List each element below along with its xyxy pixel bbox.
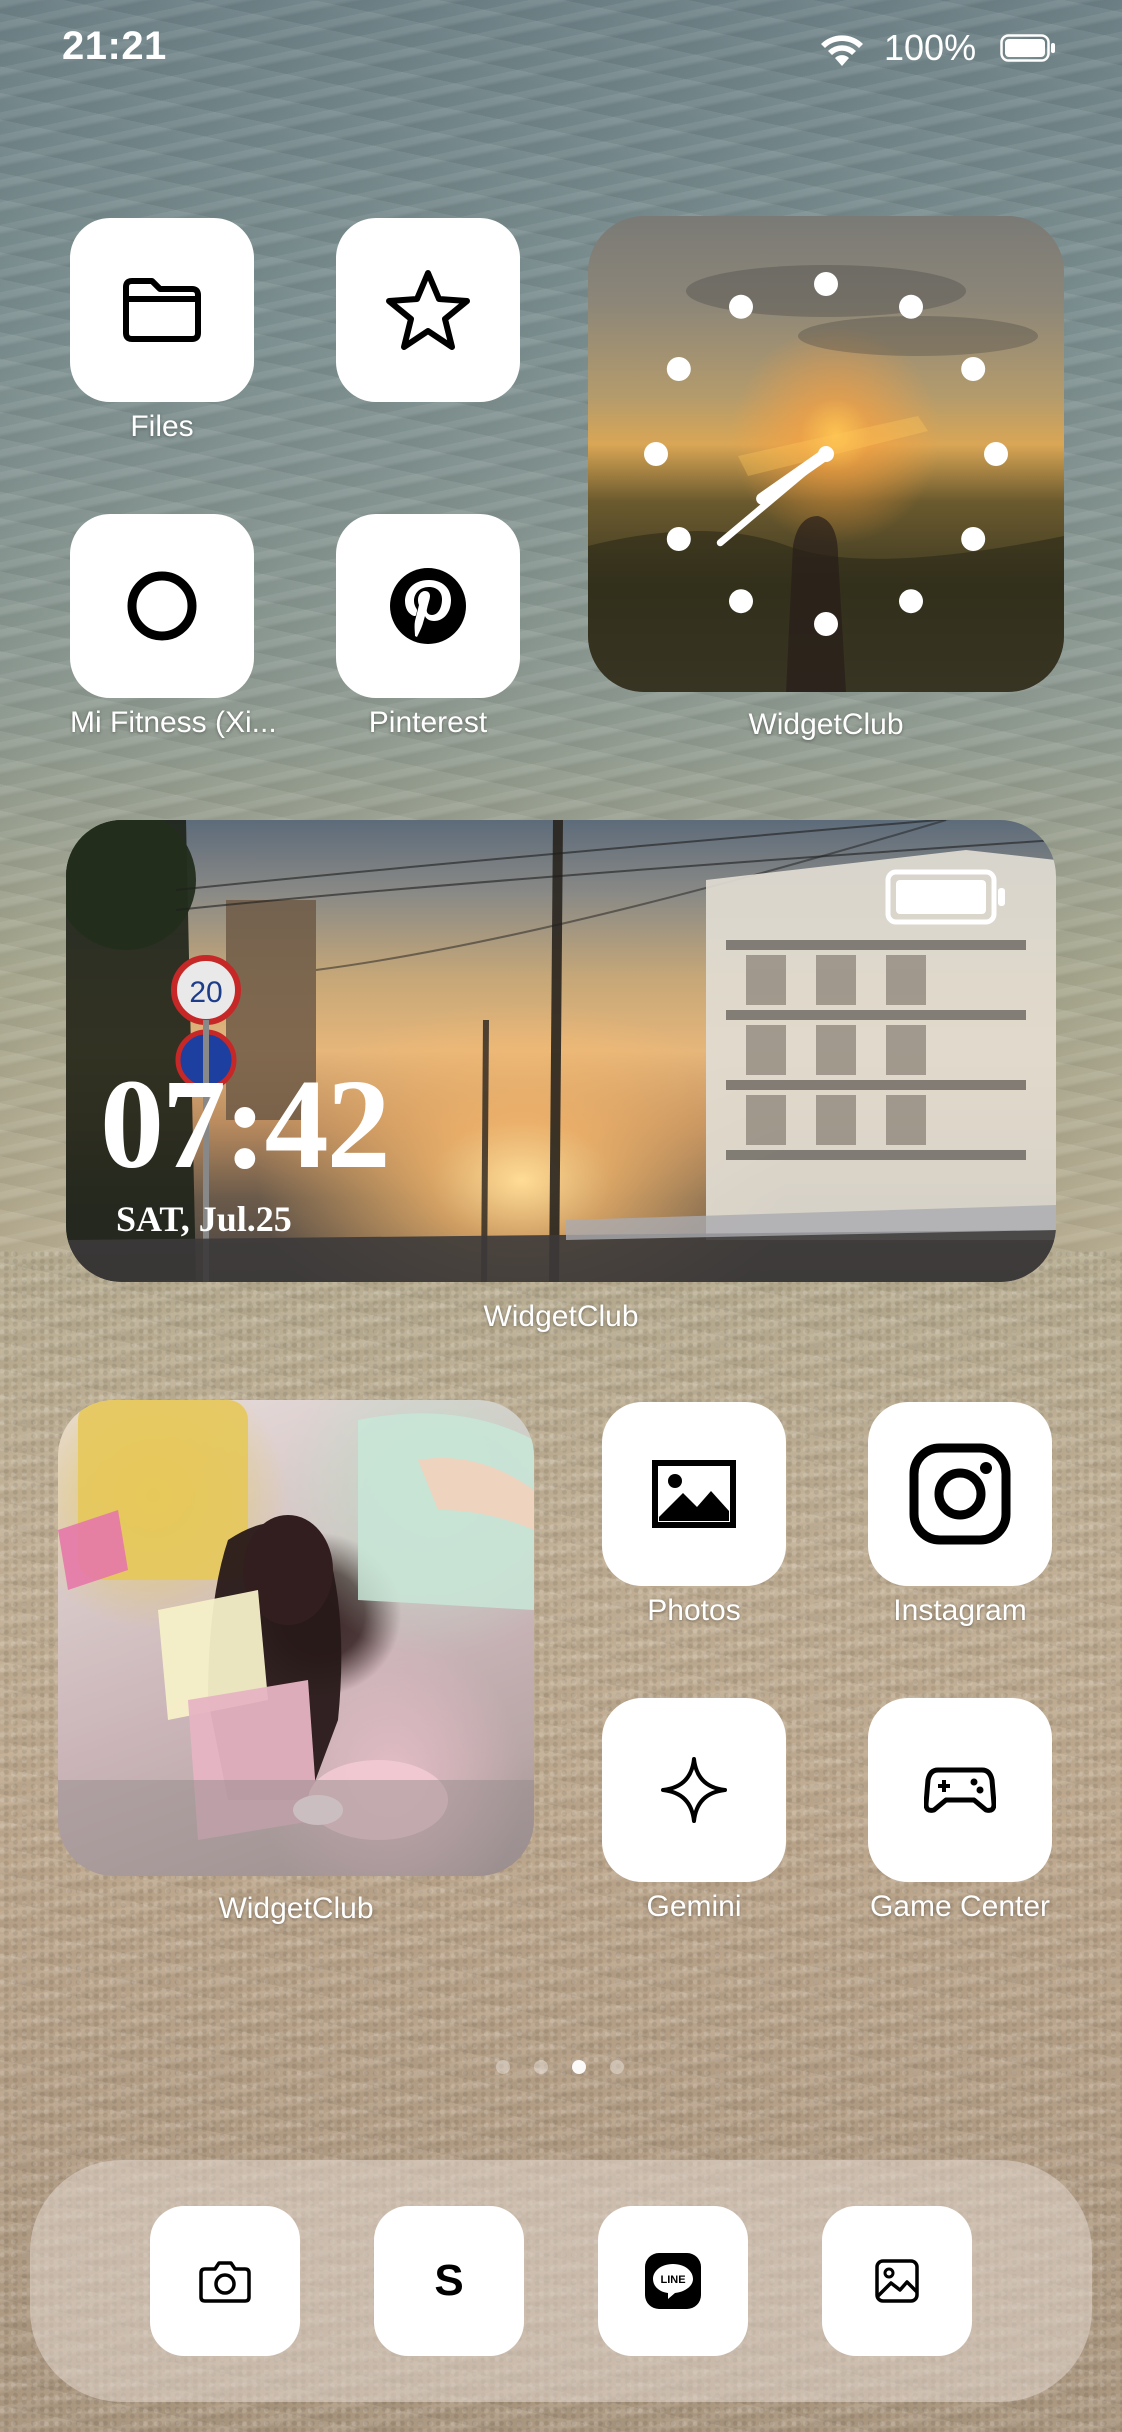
speed-sign-number: 20 bbox=[189, 976, 222, 1009]
app-tile[interactable] bbox=[70, 514, 254, 698]
app-game-center[interactable]: Game Center bbox=[868, 1698, 1052, 1924]
photo-clock-widget[interactable]: 20 07:42 SAT, Jul.25 bbox=[66, 820, 1056, 1282]
page-dot[interactable] bbox=[610, 2060, 624, 2074]
line-icon: LINE bbox=[645, 2253, 701, 2309]
instagram-icon bbox=[909, 1443, 1011, 1545]
photo-icon bbox=[652, 1460, 736, 1528]
dock-camera[interactable] bbox=[150, 2206, 300, 2356]
app-gemini[interactable]: Gemini bbox=[602, 1698, 786, 1924]
pinterest-icon bbox=[390, 568, 466, 644]
dock-line[interactable]: LINE bbox=[598, 2206, 748, 2356]
app-label: Photos bbox=[647, 1594, 741, 1627]
clock-tick bbox=[899, 589, 923, 614]
clock-tick bbox=[814, 612, 838, 636]
widget-label: WidgetClub bbox=[218, 1892, 374, 1925]
clock-tick bbox=[666, 527, 691, 551]
s-letter-icon: S bbox=[434, 2256, 464, 2305]
photo-widget[interactable] bbox=[58, 1400, 534, 1876]
status-bar: 21:21 100% bbox=[0, 0, 1122, 100]
wifi-icon bbox=[821, 35, 863, 66]
clock-tick bbox=[961, 357, 986, 381]
app-favorites[interactable] bbox=[336, 218, 520, 410]
clock-tick bbox=[666, 357, 691, 381]
app-tile[interactable] bbox=[602, 1698, 786, 1882]
app-tile[interactable] bbox=[70, 218, 254, 402]
app-instagram[interactable]: Instagram bbox=[868, 1402, 1052, 1628]
app-tile[interactable] bbox=[868, 1402, 1052, 1586]
clock-tick bbox=[729, 294, 753, 319]
status-time: 21:21 bbox=[62, 24, 167, 68]
app-label: Files bbox=[130, 410, 194, 443]
battery-percent: 100% bbox=[884, 27, 977, 68]
image-icon bbox=[875, 2259, 919, 2303]
widget-date: SAT, Jul.25 bbox=[116, 1199, 292, 1239]
app-tile[interactable] bbox=[336, 514, 520, 698]
app-label: Pinterest bbox=[368, 706, 488, 739]
app-label: Game Center bbox=[869, 1890, 1051, 1923]
sparkle-icon bbox=[661, 1757, 727, 1823]
widget-time: 07:42 bbox=[100, 1053, 391, 1195]
widget-label: WidgetClub bbox=[483, 1300, 639, 1333]
widget-label: WidgetClub bbox=[748, 708, 904, 741]
app-label: Gemini bbox=[646, 1890, 742, 1923]
page-dot[interactable] bbox=[534, 2060, 548, 2074]
star-icon bbox=[386, 270, 470, 350]
app-photos[interactable]: Photos bbox=[602, 1402, 786, 1628]
app-pinterest[interactable]: Pinterest bbox=[336, 514, 520, 740]
folder-icon bbox=[123, 278, 201, 342]
clock-tick bbox=[899, 294, 923, 319]
page-dot[interactable] bbox=[496, 2060, 510, 2074]
page-indicator[interactable] bbox=[490, 2056, 632, 2080]
app-tile[interactable] bbox=[336, 218, 520, 402]
clock-tick bbox=[729, 589, 753, 614]
app-label: Mi Fitness (Xi... bbox=[70, 706, 277, 739]
clock-tick bbox=[814, 272, 838, 296]
dock-s-app[interactable]: S bbox=[374, 2206, 524, 2356]
app-tile[interactable] bbox=[602, 1402, 786, 1586]
clock-tick bbox=[984, 442, 1008, 466]
camera-icon bbox=[199, 2261, 251, 2303]
dock-gallery[interactable] bbox=[822, 2206, 972, 2356]
clock-tick bbox=[961, 527, 986, 551]
app-tile[interactable] bbox=[868, 1698, 1052, 1882]
app-files[interactable]: Files bbox=[70, 218, 254, 444]
app-label: Instagram bbox=[893, 1594, 1027, 1627]
ring-icon bbox=[127, 571, 197, 641]
line-logo-text: LINE bbox=[660, 2274, 685, 2286]
app-mi-fitness[interactable]: Mi Fitness (Xi... bbox=[70, 514, 277, 740]
home-screen: 21:21 100% Files Mi Fitness (Xi... Pinte… bbox=[0, 0, 1122, 2432]
clock-widget[interactable] bbox=[588, 216, 1064, 692]
gamepad-icon bbox=[924, 1767, 996, 1813]
battery-icon bbox=[1000, 34, 1055, 62]
clock-tick bbox=[644, 442, 668, 466]
page-dot-active[interactable] bbox=[572, 2060, 586, 2074]
clock-face bbox=[588, 265, 1064, 692]
room-photo bbox=[58, 1400, 534, 1876]
